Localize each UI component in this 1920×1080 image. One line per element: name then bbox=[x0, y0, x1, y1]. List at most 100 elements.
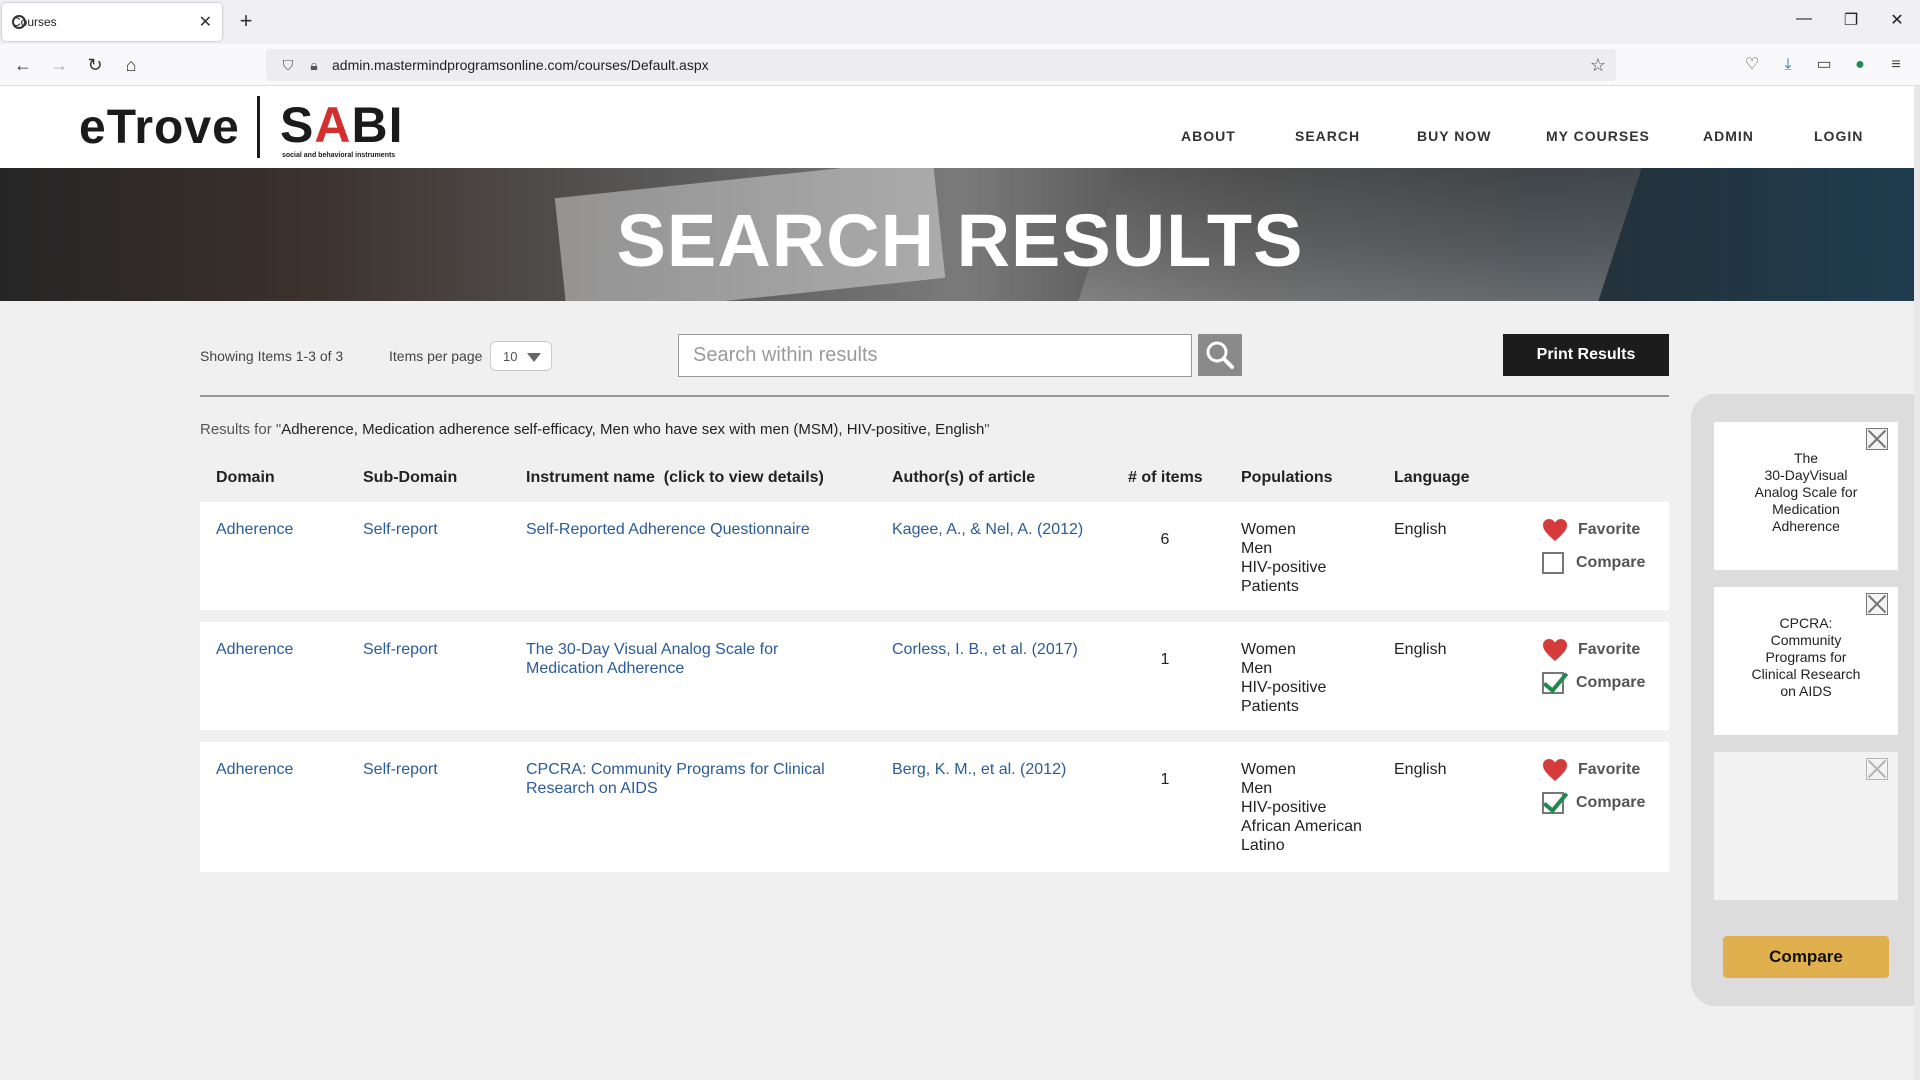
items-per-page-label: Items per page bbox=[389, 348, 483, 364]
header-authors: Author(s) of article bbox=[892, 469, 1036, 486]
populations-list: Women Men HIV-positive Patients bbox=[1241, 521, 1327, 595]
header-domain: Domain bbox=[216, 469, 275, 486]
dropdown-caret-icon bbox=[527, 353, 541, 362]
compare-slot-title: CPCRA: Community Programs for Clinical R… bbox=[1751, 615, 1861, 699]
search-button[interactable] bbox=[1198, 334, 1242, 376]
items-per-page-value: 10 bbox=[503, 349, 518, 364]
populations-list: Women Men HIV-positive Patients bbox=[1241, 641, 1327, 715]
remove-compare-icon[interactable] bbox=[1866, 593, 1888, 615]
remove-compare-icon bbox=[1866, 758, 1888, 780]
heart-icon bbox=[1543, 759, 1567, 781]
header-populations: Populations bbox=[1241, 469, 1333, 486]
language: English bbox=[1394, 641, 1447, 658]
restore-icon[interactable]: ❐ bbox=[1840, 10, 1862, 30]
num-items: 1 bbox=[1160, 771, 1170, 788]
forward-icon[interactable]: → bbox=[46, 52, 72, 78]
sabi-logo[interactable]: SABI bbox=[280, 96, 403, 154]
nav-search[interactable]: SEARCH bbox=[1295, 128, 1360, 144]
results-for-text: Results for "Adherence, Medication adher… bbox=[200, 421, 990, 438]
compare-toggle[interactable]: Compare bbox=[1542, 672, 1645, 694]
lock-icon[interactable]: 🔒︎ bbox=[306, 57, 322, 73]
compare-checkbox-checked[interactable] bbox=[1542, 672, 1564, 694]
compare-toggle[interactable]: Compare bbox=[1542, 552, 1645, 574]
table-row: Adherence Self-report The 30-Day Visual … bbox=[200, 622, 1669, 730]
print-results-button[interactable]: Print Results bbox=[1503, 334, 1669, 376]
subdomain-link[interactable]: Self-report bbox=[363, 760, 438, 779]
num-items: 6 bbox=[1160, 531, 1170, 548]
back-icon[interactable]: ← bbox=[10, 52, 36, 78]
nav-about[interactable]: ABOUT bbox=[1181, 128, 1236, 144]
logo-tagline: social and behavioral instruments bbox=[282, 152, 396, 159]
url-text[interactable]: admin.mastermindprogramsonline.com/cours… bbox=[332, 57, 709, 73]
subdomain-link[interactable]: Self-report bbox=[363, 640, 438, 659]
nav-buy-now[interactable]: BUY NOW bbox=[1417, 128, 1491, 144]
shield-icon[interactable]: ⛉ bbox=[280, 57, 296, 73]
page-scrollbar[interactable] bbox=[1914, 86, 1920, 1080]
nav-admin[interactable]: ADMIN bbox=[1703, 128, 1754, 144]
browser-tab[interactable]: Courses ✕ bbox=[2, 3, 222, 41]
instrument-link[interactable]: Self-Reported Adherence Questionnaire bbox=[526, 520, 810, 539]
author-link[interactable]: Corless, I. B., et al. (2017) bbox=[892, 640, 1078, 659]
instrument-link[interactable]: The 30-Day Visual Analog Scale for Medic… bbox=[526, 640, 778, 678]
awareness-ribbon-icon: A bbox=[314, 97, 352, 153]
home-icon[interactable]: ⌂ bbox=[118, 52, 144, 78]
heart-icon bbox=[1543, 639, 1567, 661]
hero-banner: SEARCH RESULTS bbox=[0, 168, 1920, 301]
author-link[interactable]: Kagee, A., & Nel, A. (2012) bbox=[892, 520, 1083, 539]
compare-slot-empty bbox=[1714, 752, 1898, 900]
new-tab-icon[interactable]: + bbox=[236, 8, 256, 34]
favorite-toggle[interactable]: Favorite bbox=[1542, 638, 1640, 662]
search-icon bbox=[1206, 341, 1234, 369]
close-tab-icon[interactable]: ✕ bbox=[199, 12, 212, 32]
pocket-icon[interactable]: ♡ bbox=[1740, 53, 1764, 77]
table-row: Adherence Self-report CPCRA: Community P… bbox=[200, 742, 1669, 872]
showing-items-text: Showing Items 1-3 of 3 bbox=[200, 348, 344, 364]
compare-slot[interactable]: The 30-DayVisual Analog Scale for Medica… bbox=[1714, 422, 1898, 570]
page-title: SEARCH RESULTS bbox=[616, 199, 1304, 282]
reload-icon[interactable]: ↻ bbox=[82, 52, 108, 78]
extension-check-icon[interactable]: ● bbox=[1848, 53, 1872, 77]
browser-nav-bar: ← → ↻ ⌂ ⛉ 🔒︎ admin.mastermindprogramsonl… bbox=[0, 44, 1920, 86]
instrument-link[interactable]: CPCRA: Community Programs for Clinical R… bbox=[526, 760, 825, 798]
logo-divider bbox=[257, 96, 260, 158]
items-per-page-select[interactable]: 10 bbox=[490, 341, 552, 371]
downloads-icon[interactable]: ⤓ bbox=[1776, 53, 1800, 77]
compare-checkbox[interactable] bbox=[1542, 552, 1564, 574]
search-query: Adherence, Medication adherence self-eff… bbox=[281, 421, 985, 438]
domain-link[interactable]: Adherence bbox=[216, 520, 293, 539]
compare-slot[interactable]: CPCRA: Community Programs for Clinical R… bbox=[1714, 587, 1898, 735]
browser-tab-bar: Courses ✕ + — ❐ ✕ bbox=[0, 0, 1920, 44]
heart-icon bbox=[1543, 519, 1567, 541]
subdomain-link[interactable]: Self-report bbox=[363, 520, 438, 539]
compare-panel: The 30-DayVisual Analog Scale for Medica… bbox=[1691, 394, 1920, 1006]
favorite-toggle[interactable]: Favorite bbox=[1542, 518, 1640, 542]
compare-toggle[interactable]: Compare bbox=[1542, 792, 1645, 814]
reader-view-icon[interactable]: ▭ bbox=[1812, 53, 1836, 77]
populations-list: Women Men HIV-positive African American … bbox=[1241, 761, 1362, 854]
favorite-toggle[interactable]: Favorite bbox=[1542, 758, 1640, 782]
toolbar-divider bbox=[200, 395, 1669, 397]
menu-icon[interactable]: ≡ bbox=[1884, 53, 1908, 77]
etrove-logo[interactable]: eTrove bbox=[79, 100, 240, 155]
compare-button[interactable]: Compare bbox=[1723, 936, 1889, 978]
site-header: eTrove SABI social and behavioral instru… bbox=[0, 86, 1920, 168]
bookmark-star-icon[interactable]: ☆ bbox=[1590, 55, 1606, 76]
num-items: 1 bbox=[1160, 651, 1170, 668]
author-link[interactable]: Berg, K. M., et al. (2012) bbox=[892, 760, 1066, 779]
compare-slot-title: The 30-DayVisual Analog Scale for Medica… bbox=[1754, 450, 1858, 534]
language: English bbox=[1394, 521, 1447, 538]
site-favicon-icon bbox=[12, 15, 26, 29]
minimize-icon[interactable]: — bbox=[1793, 10, 1815, 28]
domain-link[interactable]: Adherence bbox=[216, 640, 293, 659]
address-bar[interactable]: ⛉ 🔒︎ admin.mastermindprogramsonline.com/… bbox=[266, 49, 1616, 81]
language: English bbox=[1394, 761, 1447, 778]
nav-my-courses[interactable]: MY COURSES bbox=[1546, 128, 1650, 144]
table-row: Adherence Self-report Self-Reported Adhe… bbox=[200, 502, 1669, 610]
compare-checkbox-checked[interactable] bbox=[1542, 792, 1564, 814]
nav-login[interactable]: LOGIN bbox=[1814, 128, 1863, 144]
window-close-icon[interactable]: ✕ bbox=[1886, 10, 1908, 30]
header-language: Language bbox=[1394, 469, 1470, 486]
search-within-results-input[interactable] bbox=[678, 334, 1192, 377]
remove-compare-icon[interactable] bbox=[1866, 428, 1888, 450]
domain-link[interactable]: Adherence bbox=[216, 760, 293, 779]
